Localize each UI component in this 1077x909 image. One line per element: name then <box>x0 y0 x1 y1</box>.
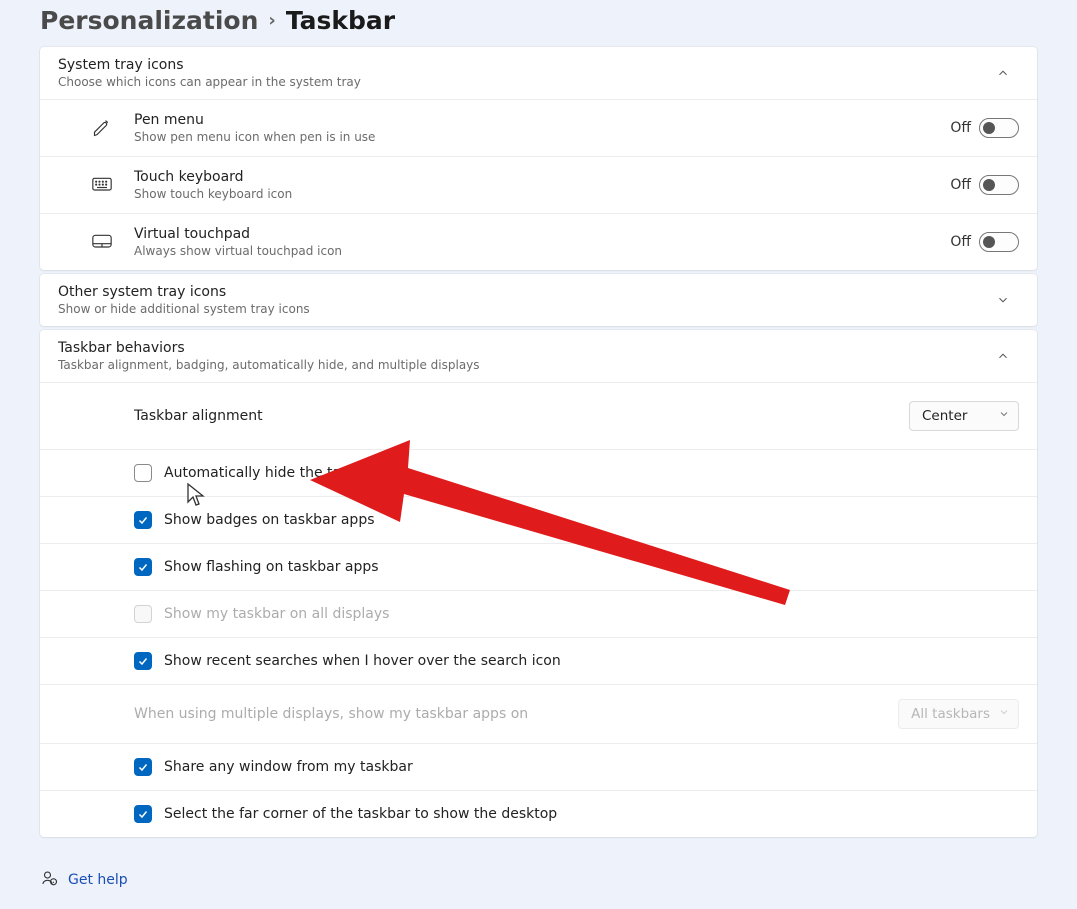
setting-row-show-desktop-corner[interactable]: Select the far corner of the taskbar to … <box>40 790 1037 837</box>
checkbox-show-all-displays <box>134 605 152 623</box>
chevron-down-icon <box>998 408 1010 424</box>
setting-row-share-window[interactable]: Share any window from my taskbar <box>40 743 1037 790</box>
toggle-touch-keyboard[interactable] <box>979 175 1019 195</box>
chevron-up-icon <box>987 340 1019 372</box>
touchpad-icon <box>92 232 112 252</box>
setting-row-touch-keyboard: Touch keyboard Show touch keyboard icon … <box>40 156 1037 213</box>
select-value: Center <box>922 408 967 424</box>
chevron-right-icon: › <box>268 10 275 31</box>
setting-row-show-badges[interactable]: Show badges on taskbar apps <box>40 496 1037 543</box>
setting-row-virtual-touchpad: Virtual touchpad Always show virtual tou… <box>40 213 1037 270</box>
group-taskbar-behaviors: Taskbar behaviors Taskbar alignment, bad… <box>40 330 1037 837</box>
setting-label: Show recent searches when I hover over t… <box>164 653 1019 669</box>
group-subtitle: Show or hide additional system tray icon… <box>58 302 987 316</box>
setting-row-auto-hide-taskbar[interactable]: Automatically hide the taskbar <box>40 449 1037 496</box>
keyboard-icon <box>92 175 112 195</box>
setting-label: Share any window from my taskbar <box>164 759 1019 775</box>
setting-title: Pen menu <box>134 112 950 128</box>
setting-title: Touch keyboard <box>134 169 950 185</box>
checkbox-show-flashing[interactable] <box>134 558 152 576</box>
setting-title: Virtual touchpad <box>134 226 950 242</box>
setting-subtitle: Show pen menu icon when pen is in use <box>134 130 950 144</box>
setting-row-show-on-all-displays: Show my taskbar on all displays <box>40 590 1037 637</box>
setting-label: Show badges on taskbar apps <box>164 512 1019 528</box>
chevron-down-icon <box>987 284 1019 316</box>
toggle-state-label: Off <box>950 120 971 136</box>
setting-row-show-flashing[interactable]: Show flashing on taskbar apps <box>40 543 1037 590</box>
setting-subtitle: Show touch keyboard icon <box>134 187 950 201</box>
pen-icon <box>92 118 112 138</box>
group-subtitle: Choose which icons can appear in the sys… <box>58 75 987 89</box>
checkbox-show-recent-searches[interactable] <box>134 652 152 670</box>
group-title: System tray icons <box>58 57 987 73</box>
select-multi-display-apps: All taskbars <box>898 699 1019 729</box>
chevron-up-icon <box>987 57 1019 89</box>
toggle-state-label: Off <box>950 177 971 193</box>
setting-row-pen-menu: Pen menu Show pen menu icon when pen is … <box>40 99 1037 156</box>
setting-label: Show my taskbar on all displays <box>164 606 1019 622</box>
setting-row-multi-display-apps: When using multiple displays, show my ta… <box>40 684 1037 743</box>
checkbox-auto-hide[interactable] <box>134 464 152 482</box>
setting-subtitle: Always show virtual touchpad icon <box>134 244 950 258</box>
breadcrumb-current: Taskbar <box>286 6 395 35</box>
checkbox-show-badges[interactable] <box>134 511 152 529</box>
setting-label: Select the far corner of the taskbar to … <box>164 806 1019 822</box>
setting-label: Show flashing on taskbar apps <box>164 559 1019 575</box>
help-icon <box>40 869 58 891</box>
setting-row-show-recent-searches[interactable]: Show recent searches when I hover over t… <box>40 637 1037 684</box>
chevron-down-icon <box>998 706 1010 722</box>
breadcrumb: Personalization › Taskbar <box>40 6 1037 35</box>
group-other-system-tray-icons[interactable]: Other system tray icons Show or hide add… <box>40 274 1037 326</box>
group-title: Taskbar behaviors <box>58 340 987 356</box>
toggle-virtual-touchpad[interactable] <box>979 232 1019 252</box>
toggle-state-label: Off <box>950 234 971 250</box>
checkbox-show-desktop-corner[interactable] <box>134 805 152 823</box>
group-header-taskbar-behaviors[interactable]: Taskbar behaviors Taskbar alignment, bad… <box>40 330 1037 382</box>
setting-row-taskbar-alignment: Taskbar alignment Center <box>40 382 1037 449</box>
link-row-get-help[interactable]: Get help <box>40 869 1037 891</box>
select-taskbar-alignment[interactable]: Center <box>909 401 1019 431</box>
select-value: All taskbars <box>911 706 990 722</box>
group-subtitle: Taskbar alignment, badging, automaticall… <box>58 358 987 372</box>
get-help-link[interactable]: Get help <box>68 872 128 888</box>
setting-label: When using multiple displays, show my ta… <box>134 706 898 722</box>
checkbox-share-window[interactable] <box>134 758 152 776</box>
group-header-system-tray[interactable]: System tray icons Choose which icons can… <box>40 47 1037 99</box>
group-system-tray-icons: System tray icons Choose which icons can… <box>40 47 1037 270</box>
toggle-pen-menu[interactable] <box>979 118 1019 138</box>
group-title: Other system tray icons <box>58 284 987 300</box>
breadcrumb-parent[interactable]: Personalization <box>40 6 258 35</box>
setting-label: Taskbar alignment <box>134 408 909 424</box>
setting-label: Automatically hide the taskbar <box>164 465 1019 481</box>
